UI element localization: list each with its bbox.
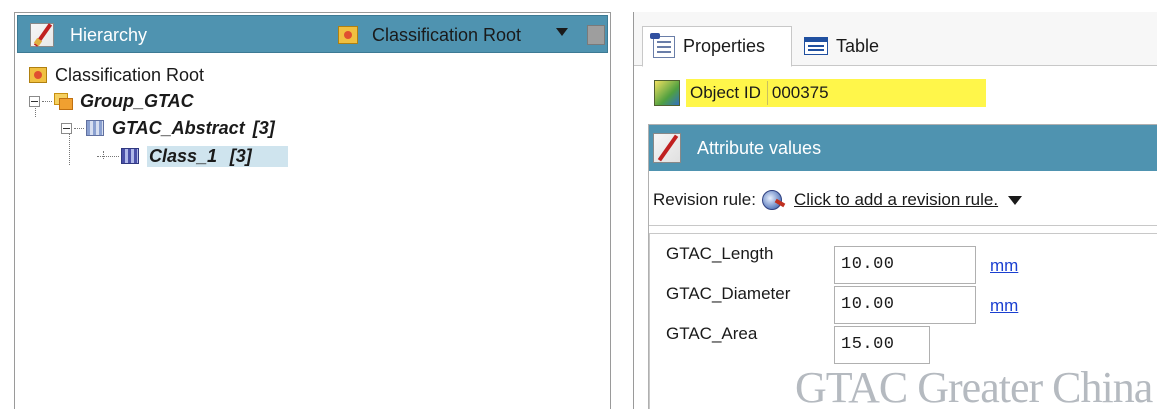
tree-node-class-1[interactable]: Class_1 [3] [97, 144, 288, 168]
properties-icon [650, 32, 675, 58]
root-selector-label[interactable]: Classification Root [372, 25, 521, 46]
revision-rule-dropdown-icon[interactable] [1008, 195, 1023, 205]
attribute-unit-link[interactable]: mm [990, 256, 1018, 276]
attribute-value-input[interactable]: 10.00 [834, 246, 976, 284]
collapse-icon[interactable] [61, 122, 72, 134]
collapse-icon[interactable] [29, 95, 40, 107]
object-id-value: 000375 [766, 81, 829, 105]
attribute-name: GTAC_Area [666, 324, 758, 343]
attribute-values-title: Attribute values [697, 138, 822, 158]
tree-node-label: Group_GTAC [80, 90, 194, 111]
tree-connector [74, 127, 84, 129]
root-selector-dropdown-icon[interactable] [556, 28, 568, 36]
watermark: GTAC Greater China [795, 363, 1153, 409]
attribute-name: GTAC_Diameter [666, 284, 791, 303]
attribute-edit-icon [653, 133, 681, 163]
tab-label: Properties [683, 36, 766, 56]
maximize-button[interactable] [587, 25, 605, 45]
tab-properties[interactable]: Properties [642, 26, 792, 67]
attribute-value-input[interactable]: 10.00 [834, 286, 976, 324]
tree-node-label: Class_1 [149, 145, 218, 166]
revision-rule-row: Revision rule: Click to add a revision r… [653, 185, 1157, 215]
object-id-row: Object ID 000375 [654, 78, 986, 108]
divider [649, 225, 1157, 226]
hierarchy-pane: Hierarchy Classification Root Classifica… [14, 12, 611, 409]
tab-table[interactable]: Table [794, 26, 894, 66]
hierarchy-title: Hierarchy [70, 25, 148, 45]
tree-node-label: Classification Root [55, 64, 205, 85]
classification-root-icon [29, 67, 47, 83]
tree-connector [97, 155, 119, 157]
hierarchy-tree: Classification Root Group_GTAC GTAC_Abst… [15, 59, 610, 409]
revision-rule-search-icon[interactable] [762, 190, 782, 210]
selected-node-highlight: Class_1 [3] [147, 145, 288, 167]
tree-connector [42, 100, 52, 102]
object-id-field[interactable]: Object ID 000375 [686, 79, 986, 107]
add-revision-rule-link[interactable]: Click to add a revision rule. [794, 190, 998, 210]
tree-node-count: [3] [229, 145, 252, 166]
properties-pane: Properties Table Object ID 000375 Attrib… [633, 12, 1157, 409]
tree-node-classification-root[interactable]: Classification Root [29, 63, 204, 87]
tree-node-count: [3] [252, 117, 275, 138]
tree-node-group-gtac[interactable]: Group_GTAC [29, 89, 194, 113]
abstract-class-icon [86, 120, 104, 136]
tab-label: Table [836, 35, 880, 56]
tree-node-gtac-abstract[interactable]: GTAC_Abstract [3] [61, 116, 275, 140]
classification-edit-icon [30, 23, 54, 47]
object-id-label: Object ID [690, 83, 761, 102]
object-icon [654, 80, 680, 106]
tab-bar: Properties Table [634, 12, 1157, 67]
group-icon [54, 93, 73, 110]
class-icon [121, 148, 139, 164]
attribute-value-input[interactable]: 15.00 [834, 326, 930, 364]
table-icon [804, 37, 828, 55]
tree-node-label: GTAC_Abstract [112, 117, 245, 138]
revision-rule-label: Revision rule: [653, 190, 756, 209]
attribute-unit-link[interactable]: mm [990, 296, 1018, 316]
classification-root-icon [338, 26, 358, 44]
attribute-name: GTAC_Length [666, 244, 774, 263]
attribute-values-header: Attribute values [649, 125, 1157, 171]
hierarchy-header: Hierarchy Classification Root [17, 15, 608, 53]
